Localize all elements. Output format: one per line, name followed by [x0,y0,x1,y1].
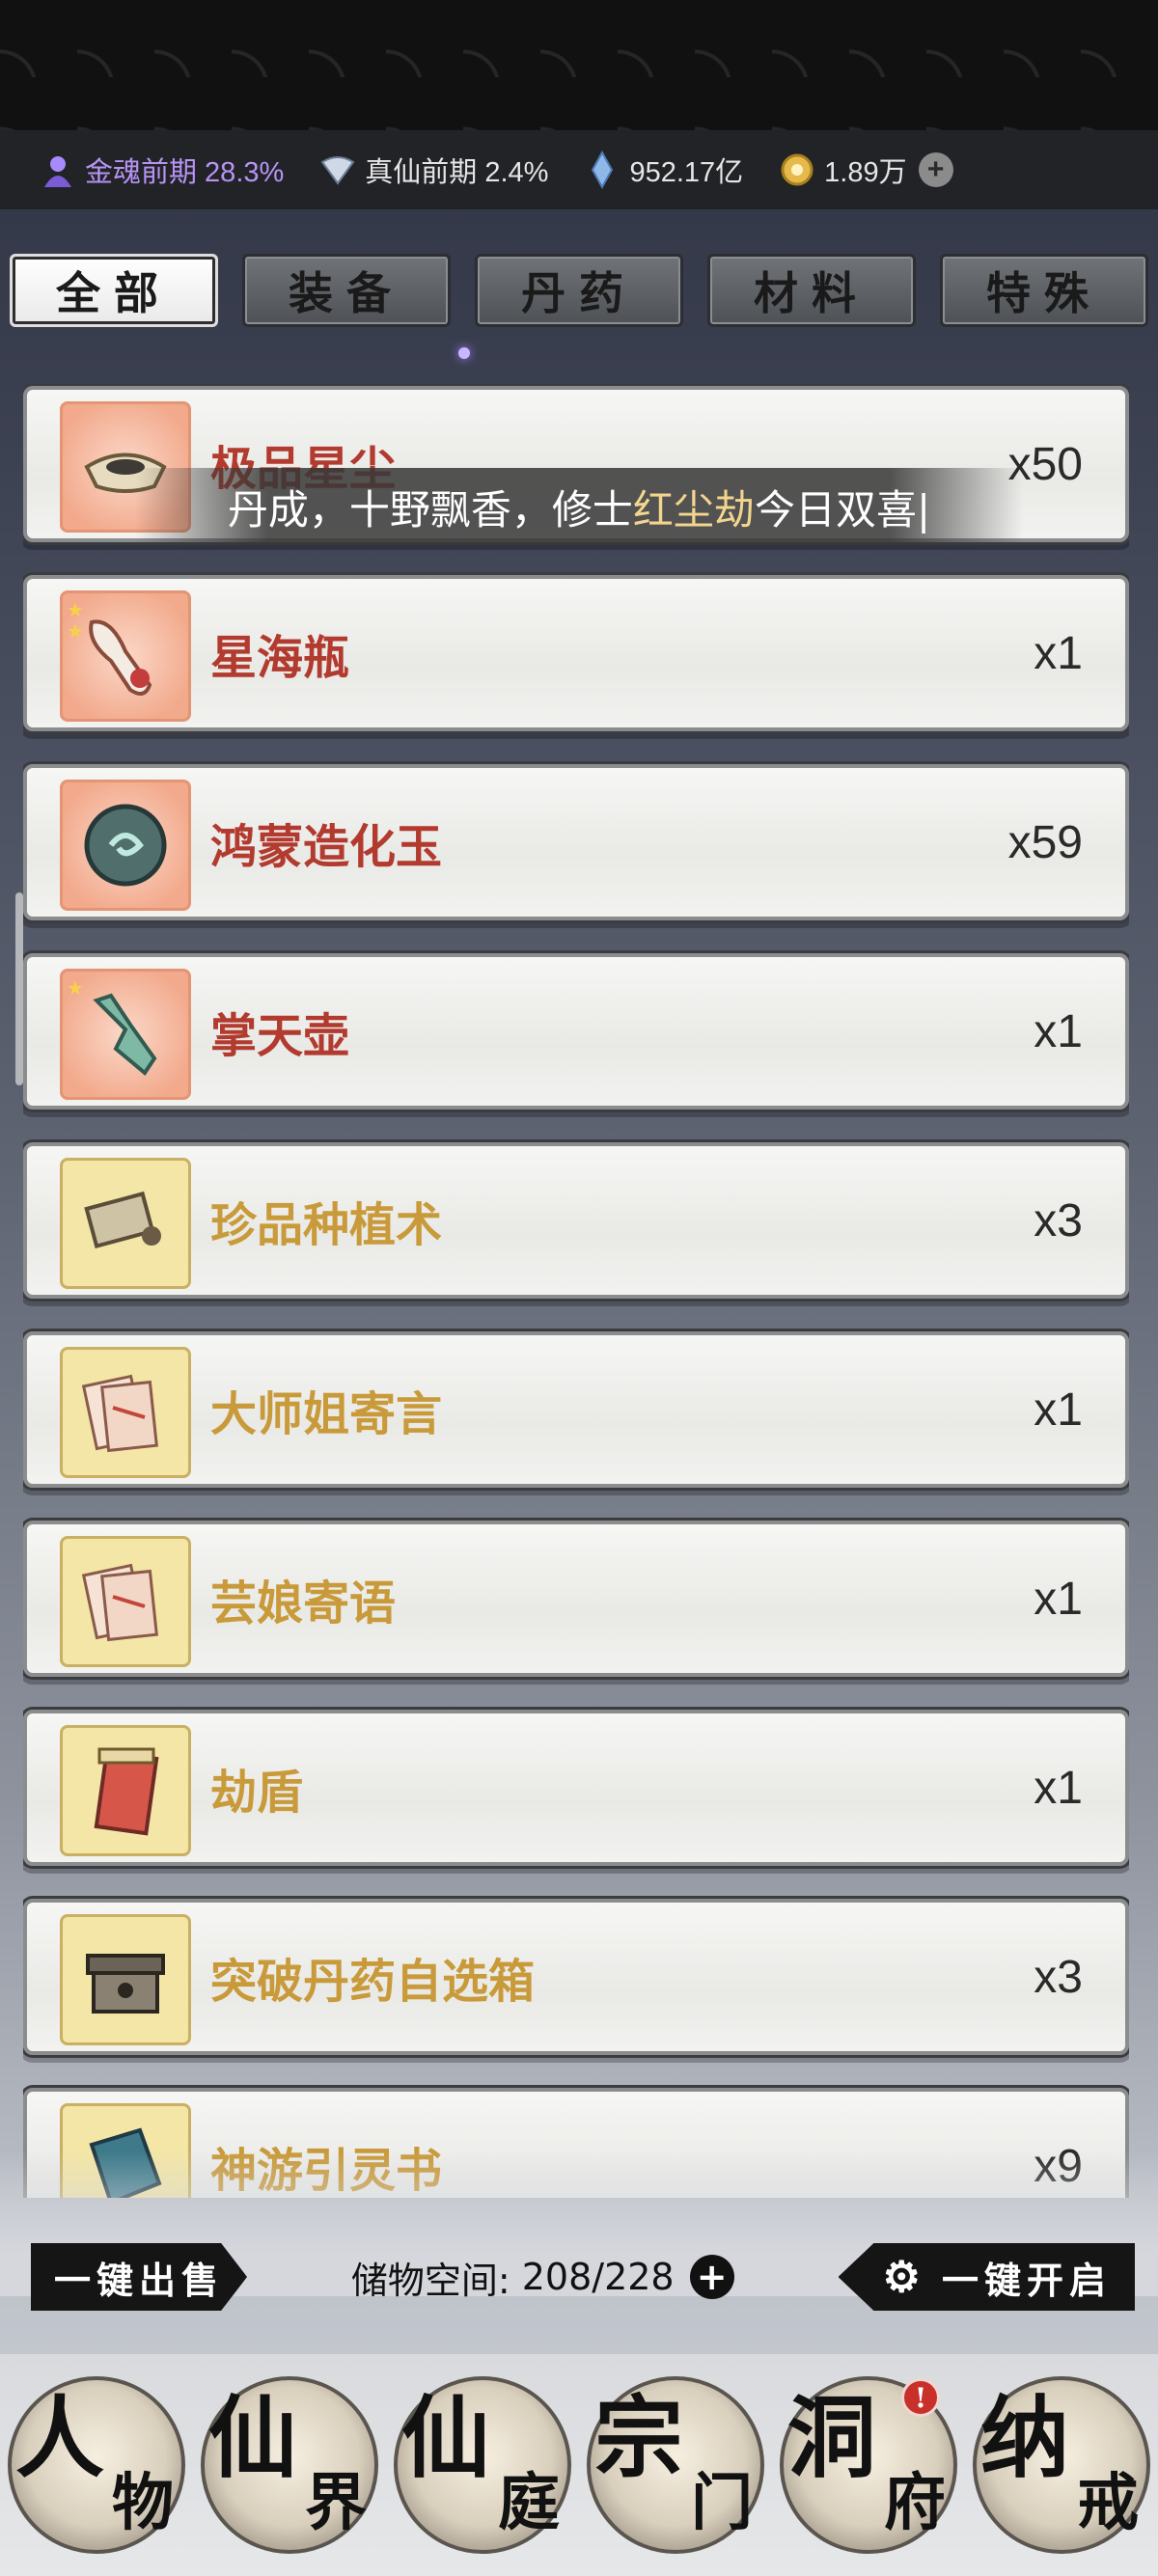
list-item[interactable]: 大师姐寄言 x1 [23,1331,1129,1488]
status-bar: 金魂前期 28.3% 真仙前期 2.4% 952.17亿 1.89万 + [0,130,1158,209]
stat-realm-primary[interactable]: 金魂前期 28.3% [39,150,284,190]
stat-currency-text: 1.89万 [824,157,907,188]
header-decoration [0,0,1158,130]
item-quantity: x1 [1034,1384,1083,1436]
inventory-list[interactable]: 极品星尘 x50 ★★ 星海瓶 x1 鸿蒙造化玉 x59 ★ 掌天壶 x1 珍品… [23,384,1129,2198]
star-rating-icon: ★ ★ [67,598,84,643]
star-rating-icon: ★ [67,976,84,1000]
tab-pills[interactable]: 丹药 [475,254,683,327]
expand-storage-button[interactable]: + [689,2255,734,2299]
notification-badge: ! [901,2378,940,2417]
letters-icon [81,1374,158,1453]
nav-cave-dwelling[interactable]: 洞 府 ! [780,2376,957,2554]
nav-label-sub: 府 [884,2467,946,2539]
marquee-highlight: 红尘劫 [632,485,755,534]
nav-immortal-realm[interactable]: 仙 界 [201,2376,378,2554]
item-icon-box [60,1725,191,1856]
nav-label-sub: 庭 [498,2467,560,2539]
tab-all[interactable]: 全部 [10,254,218,327]
add-currency-button[interactable]: + [918,152,953,187]
item-icon-box: ★ ★ [60,590,191,722]
item-quantity: x3 [1034,1194,1083,1247]
item-quantity: x1 [1034,627,1083,679]
storage-label: 储物空间: [350,2259,510,2302]
nav-sect[interactable]: 宗 门 [587,2376,764,2554]
item-name: 星海瓶 [210,631,350,685]
nav-label-main: 宗 [594,2386,684,2490]
scroll-icon [84,1191,161,1248]
announcement-marquee: 丹成，十野飘香，修士 红尘劫 今日双喜| [135,468,1023,545]
item-name: 大师姐寄言 [210,1387,443,1441]
item-name: 劫盾 [210,1766,304,1820]
nav-label-sub: 戒 [1077,2467,1139,2539]
nav-label-main: 洞 [787,2386,877,2490]
sparkle-decoration [458,347,470,359]
tab-special[interactable]: 特殊 [940,254,1148,327]
item-icon-box [60,1347,191,1478]
item-icon-box [60,1914,191,2045]
item-quantity: x1 [1034,1005,1083,1057]
item-name: 掌天壶 [210,1009,350,1063]
jade-disc-icon [84,804,167,887]
item-name: 鸿蒙造化玉 [210,820,443,874]
item-icon-box [60,1536,191,1667]
stat-realm-primary-text: 金魂前期 28.3% [85,157,285,188]
storage-capacity: 储物空间: 208/228 + [351,2251,734,2304]
nav-character[interactable]: 人 物 [8,2376,185,2554]
item-icon-box [60,1158,191,1289]
talisman-icon [94,1747,159,1836]
item-name: 珍品种植术 [210,1198,443,1252]
stat-realm-secondary-text: 真仙前期 2.4% [365,157,549,188]
bottom-navigation: 人 物 仙 界 仙 庭 宗 门 洞 府 ! 纳 戒 [0,2354,1158,2576]
chest-icon [86,1954,165,2014]
item-icon-box [60,780,191,911]
item-name: 突破丹药自选箱 [210,1955,536,2009]
teapot-icon [93,993,157,1076]
item-quantity: x1 [1034,1762,1083,1814]
list-item[interactable]: 突破丹药自选箱 x3 [23,1899,1129,2055]
nav-label-sub: 界 [305,2467,367,2539]
nav-label-main: 人 [15,2386,105,2490]
nav-label-main: 仙 [208,2386,298,2490]
action-bar: 一键出售 储物空间: 208/228 + ⚙ 一键开启 [0,2238,1158,2316]
open-all-button[interactable]: ⚙ 一键开启 [838,2243,1135,2311]
bottle-icon [89,619,152,696]
nav-label-sub: 物 [112,2467,174,2539]
list-item[interactable]: 鸿蒙造化玉 x59 [23,764,1129,920]
nav-label-main: 仙 [401,2386,491,2490]
stat-spirit-stones[interactable]: 952.17亿 [583,150,743,190]
stat-spirit-stones-text: 952.17亿 [629,157,744,188]
open-all-label: 一键开启 [941,2258,1112,2302]
nav-label-main: 纳 [980,2386,1070,2490]
sell-all-button[interactable]: 一键出售 [31,2243,248,2311]
item-icon-box: ★ [60,969,191,1100]
avatar-realm-icon [44,156,71,187]
stat-currency[interactable]: 1.89万 + [778,150,953,190]
marquee-text-part1: 丹成，十野飘香，修士 [227,485,633,534]
storage-value: 208/228 [521,2256,675,2298]
tab-materials[interactable]: 材料 [707,254,916,327]
list-item[interactable]: 芸娘寄语 x1 [23,1521,1129,1677]
nav-label-sub: 门 [691,2467,753,2539]
gold-coin-icon [781,153,813,186]
stat-realm-secondary[interactable]: 真仙前期 2.4% [318,150,548,190]
tab-equipment[interactable]: 装备 [242,254,451,327]
item-quantity: x59 [1007,816,1083,868]
gear-icon: ⚙ [882,2252,926,2302]
category-tabs: 全部 装备 丹药 材料 特殊 [10,254,1148,327]
list-item[interactable]: 珍品种植术 x3 [23,1142,1129,1299]
nav-storage-ring[interactable]: 纳 戒 [973,2376,1150,2554]
item-name: 芸娘寄语 [210,1576,397,1631]
letters-icon [81,1563,158,1642]
item-quantity: x1 [1034,1573,1083,1625]
marquee-text-part2: 今日双喜| [754,485,931,534]
nav-immortal-court[interactable]: 仙 庭 [394,2376,571,2554]
item-quantity: x3 [1034,1951,1083,2003]
fan-icon [320,156,355,185]
scroll-handle[interactable] [15,892,23,1085]
list-item[interactable]: ★ 掌天壶 x1 [23,953,1129,1110]
list-item[interactable]: ★ ★ 星海瓶 x1 [23,575,1129,731]
list-item[interactable]: 劫盾 x1 [23,1710,1129,1866]
crystal-icon [592,151,614,189]
